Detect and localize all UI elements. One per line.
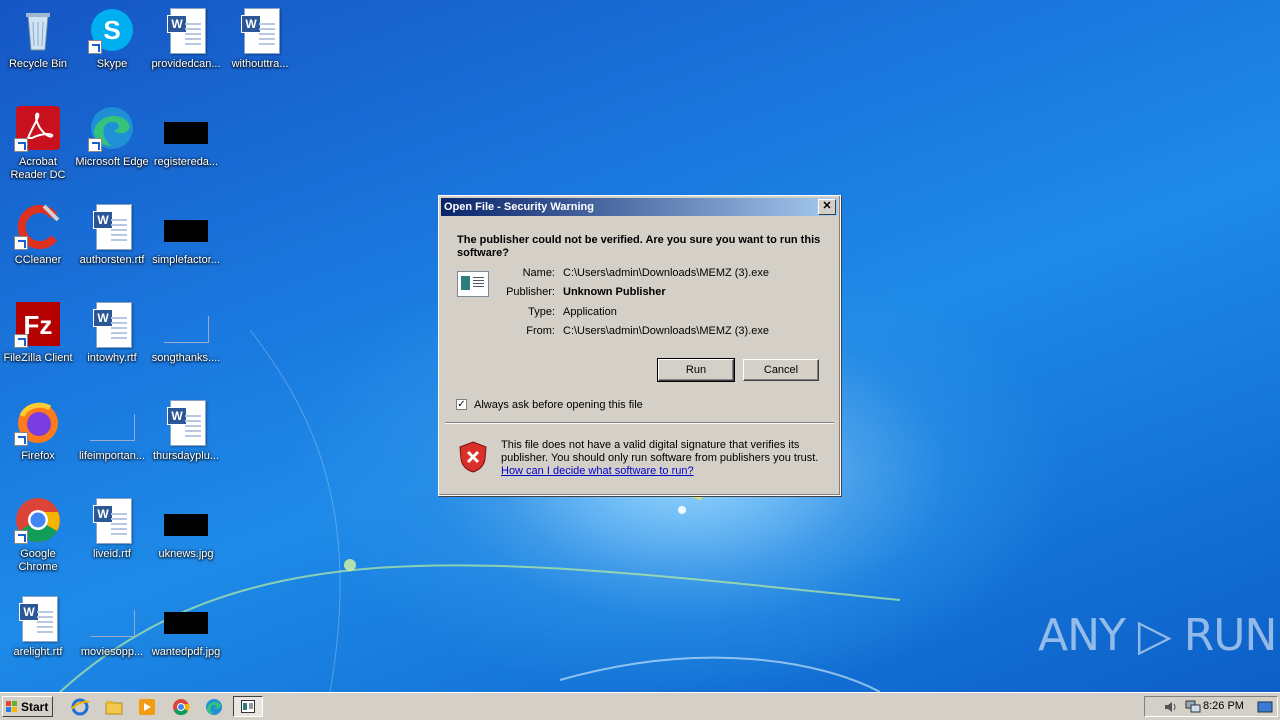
blank-file-icon: [162, 300, 210, 348]
desktop-icon-registereda[interactable]: registereda...: [148, 104, 224, 169]
dialog-titlebar[interactable]: Open File - Security Warning ✕: [441, 198, 838, 216]
name-label: Name:: [522, 267, 555, 279]
run-button[interactable]: Run: [657, 358, 735, 382]
shortcut-arrow-icon: [88, 138, 102, 152]
word-document-icon: W: [236, 6, 284, 54]
from-label: From:: [526, 325, 555, 337]
black-thumbnail-icon: [162, 594, 210, 642]
desktop-icon-providedcan[interactable]: W providedcan...: [148, 6, 224, 71]
edge-icon[interactable]: [204, 697, 224, 717]
black-thumbnail-icon: [162, 104, 210, 152]
word-document-icon: W: [88, 496, 136, 544]
type-row: Type: Application: [479, 306, 819, 320]
start-button[interactable]: Start: [2, 696, 53, 717]
type-value: Application: [563, 306, 617, 318]
windows-flag-icon: [6, 701, 17, 712]
edge-icon: [88, 104, 136, 152]
publisher-question: The publisher could not be verified. Are…: [457, 234, 821, 259]
start-label: Start: [21, 700, 49, 714]
media-player-icon[interactable]: [137, 697, 157, 717]
name-row: Name: C:\Users\admin\Downloads\MEMZ (3).…: [479, 267, 819, 281]
desktop-icon-songthanks[interactable]: songthanks....: [148, 300, 224, 365]
svg-text:S: S: [103, 15, 120, 45]
internet-explorer-icon[interactable]: [70, 697, 90, 717]
shortcut-arrow-icon: [14, 530, 28, 544]
publisher-row: Publisher: Unknown Publisher: [479, 286, 819, 300]
help-link[interactable]: How can I decide what software to run?: [501, 465, 694, 477]
chrome-icon[interactable]: [171, 697, 191, 717]
desktop-icon-skype[interactable]: S Skype: [74, 6, 150, 71]
close-button[interactable]: ✕: [818, 199, 836, 215]
blank-file-icon: [88, 398, 136, 446]
signature-warning: This file does not have a valid digital …: [501, 439, 821, 478]
shortcut-arrow-icon: [88, 40, 102, 54]
anyrun-watermark: ANY ▷ RUN: [1038, 610, 1277, 661]
always-ask-checkbox[interactable]: ✓: [456, 399, 467, 410]
black-thumbnail-icon: [162, 496, 210, 544]
publisher-label: Publisher:: [506, 286, 555, 298]
security-warning-task-icon: [241, 700, 255, 713]
desktop: Recycle Bin Acrobat Reader DC CCleaner F…: [0, 0, 1280, 692]
cancel-button[interactable]: Cancel: [743, 359, 819, 381]
shortcut-arrow-icon: [14, 138, 28, 152]
desktop-icon-moviesopp[interactable]: moviesopp...: [74, 594, 150, 659]
desktop-icon-thursdayplu[interactable]: W thursdayplu...: [148, 398, 224, 463]
dialog-title: Open File - Security Warning: [444, 201, 594, 213]
always-ask-label[interactable]: Always ask before opening this file: [474, 399, 643, 411]
desktop-icon-acrobat[interactable]: Acrobat Reader DC: [0, 104, 76, 182]
desktop-icon-ccleaner[interactable]: CCleaner: [0, 202, 76, 267]
dialog-separator: [445, 422, 834, 424]
firefox-icon: [14, 398, 62, 446]
desktop-icon-simplefactor[interactable]: simplefactor...: [148, 202, 224, 267]
shortcut-arrow-icon: [14, 432, 28, 446]
blank-file-icon: [88, 594, 136, 642]
from-value: C:\Users\admin\Downloads\MEMZ (3).exe: [563, 325, 770, 337]
security-warning-task-button[interactable]: [233, 696, 263, 717]
desktop-icon-withouttra[interactable]: W withouttra...: [222, 6, 298, 71]
type-label: Type:: [528, 306, 555, 318]
desktop-icon-filezilla[interactable]: Fz FileZilla Client: [0, 300, 76, 365]
chrome-icon: [14, 496, 62, 544]
desktop-icon-edge[interactable]: Microsoft Edge: [74, 104, 150, 169]
desktop-icon-firefox[interactable]: Firefox: [0, 398, 76, 463]
desktop-icon-uknews[interactable]: uknews.jpg: [148, 496, 224, 561]
word-document-icon: W: [162, 6, 210, 54]
desktop-icon-lifeimportan[interactable]: lifeimportan...: [74, 398, 150, 463]
show-desktop-icon[interactable]: [1257, 700, 1273, 714]
word-document-icon: W: [88, 300, 136, 348]
desktop-icon-intowhy[interactable]: W intowhy.rtf: [74, 300, 150, 365]
recycle-bin-icon: [14, 6, 62, 54]
taskbar: Start 8:26 PM: [0, 692, 1280, 720]
from-row: From: C:\Users\admin\Downloads\MEMZ (3).…: [479, 325, 819, 339]
network-icon[interactable]: [1185, 700, 1201, 714]
file-explorer-icon[interactable]: [104, 697, 124, 717]
name-value: C:\Users\admin\Downloads\MEMZ (3).exe: [563, 267, 770, 279]
publisher-value: Unknown Publisher: [563, 286, 666, 298]
skype-icon: S: [88, 6, 136, 54]
desktop-icon-authorsten[interactable]: W authorsten.rtf: [74, 202, 150, 267]
warning-shield-icon: [459, 441, 487, 473]
shortcut-arrow-icon: [14, 334, 28, 348]
system-tray: 8:26 PM: [1144, 696, 1278, 717]
ccleaner-icon: [14, 202, 62, 250]
filezilla-icon: Fz: [14, 300, 62, 348]
volume-icon[interactable]: [1163, 700, 1179, 714]
security-warning-dialog: Open File - Security Warning ✕ The publi…: [438, 195, 841, 496]
word-document-icon: W: [14, 594, 62, 642]
black-thumbnail-icon: [162, 202, 210, 250]
desktop-icon-arelight[interactable]: W arelight.rtf: [0, 594, 76, 659]
shortcut-arrow-icon: [14, 236, 28, 250]
word-document-icon: W: [162, 398, 210, 446]
acrobat-icon: [14, 104, 62, 152]
desktop-icon-recycle-bin[interactable]: Recycle Bin: [0, 6, 76, 71]
word-document-icon: W: [88, 202, 136, 250]
clock[interactable]: 8:26 PM: [1203, 700, 1244, 712]
desktop-icon-wantedpdf[interactable]: wantedpdf.jpg: [148, 594, 224, 659]
desktop-icon-chrome[interactable]: Google Chrome: [0, 496, 76, 574]
desktop-icon-liveid[interactable]: W liveid.rtf: [74, 496, 150, 561]
signature-warning-text: This file does not have a valid digital …: [501, 439, 819, 464]
